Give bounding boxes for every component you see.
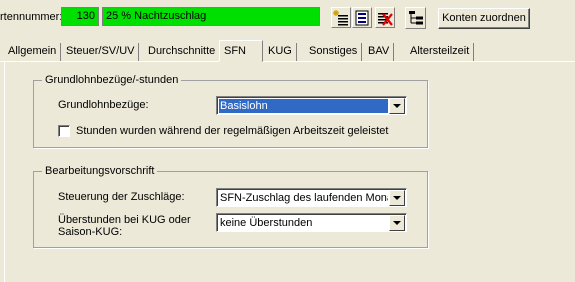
tree-structure-icon [408, 11, 423, 25]
tab-label: Sonstiges [309, 45, 358, 57]
delete-button[interactable] [375, 7, 395, 28]
tab-bav[interactable]: BAV [364, 43, 395, 61]
account-number-field[interactable]: 130 [61, 7, 99, 26]
bearbeitung-group-title: Bearbeitungsvorschrift [42, 165, 158, 177]
tab-durchschnitte[interactable]: Durchschnitte [144, 43, 221, 61]
delete-icon [378, 12, 393, 26]
account-number-label: rtennummer: [0, 11, 63, 23]
ueberstunden-label-line2: Saison-KUG: [58, 226, 123, 238]
stunden-checkbox-label: Stunden wurden während der regelmäßigen … [76, 125, 389, 137]
chevron-down-icon [393, 220, 401, 225]
ueberstunden-label-line1: Überstunden bei KUG oder [58, 214, 191, 226]
tab-allgemein[interactable]: Allgemein [4, 43, 62, 61]
grundlohn-select[interactable]: Basislohn [216, 96, 407, 115]
grundlohn-group-title: Grundlohnbezüge/-stunden [42, 74, 182, 86]
tab-label: KUG [268, 45, 292, 57]
tab-label: SFN [224, 45, 246, 57]
tab-label: Steuer/SV/UV [66, 45, 135, 57]
steuerung-label: Steuerung der Zuschläge: [58, 191, 185, 203]
steuerung-select-value: SFN-Zuschlag des laufenden Monats [220, 192, 388, 204]
tab-label: Durchschnitte [148, 45, 216, 57]
grundlohn-dropdown-button[interactable] [389, 98, 405, 114]
tab-kug[interactable]: KUG [264, 43, 297, 61]
stunden-checkbox[interactable] [58, 125, 70, 137]
account-name-field[interactable]: 25 % Nachtzuschlag [102, 7, 320, 26]
grundlohn-label: Grundlohnbezüge: [58, 99, 149, 111]
list-view-button[interactable] [352, 7, 372, 28]
list-add-icon [333, 9, 348, 25]
ueberstunden-select-value: keine Überstunden [220, 217, 313, 229]
chevron-down-icon [393, 103, 401, 108]
new-entry-button[interactable] [331, 7, 351, 28]
tab-steuer-sv-uv[interactable]: Steuer/SV/UV [62, 43, 140, 61]
grundlohn-select-value: Basislohn [218, 98, 389, 114]
konten-zuordnen-button[interactable]: Konten zuordnen [438, 8, 530, 29]
tab-label: Allgemein [8, 45, 57, 57]
grundlohn-group: Grundlohnbezüge/-stunden Grundlohnbezüge… [33, 74, 428, 148]
tab-altersteilzeit[interactable]: Altersteilzeit [406, 43, 475, 61]
ueberstunden-select[interactable]: keine Überstunden [216, 213, 407, 232]
bearbeitung-group: Bearbeitungsvorschrift Steuerung der Zus… [33, 165, 428, 248]
tab-label: BAV [368, 45, 390, 57]
structure-button[interactable] [405, 7, 426, 29]
steuerung-select[interactable]: SFN-Zuschlag des laufenden Monats [216, 188, 407, 207]
steuerung-dropdown-button[interactable] [389, 190, 405, 206]
sfn-tab-panel: Grundlohnbezüge/-stunden Grundlohnbezüge… [4, 61, 575, 282]
ueberstunden-dropdown-button[interactable] [389, 215, 405, 231]
chevron-down-icon [393, 195, 401, 200]
tab-label: Altersteilzeit [410, 45, 470, 57]
tab-sfn[interactable]: SFN [219, 40, 263, 62]
list-view-icon [355, 10, 369, 25]
tab-sonstiges[interactable]: Sonstiges [305, 43, 363, 61]
